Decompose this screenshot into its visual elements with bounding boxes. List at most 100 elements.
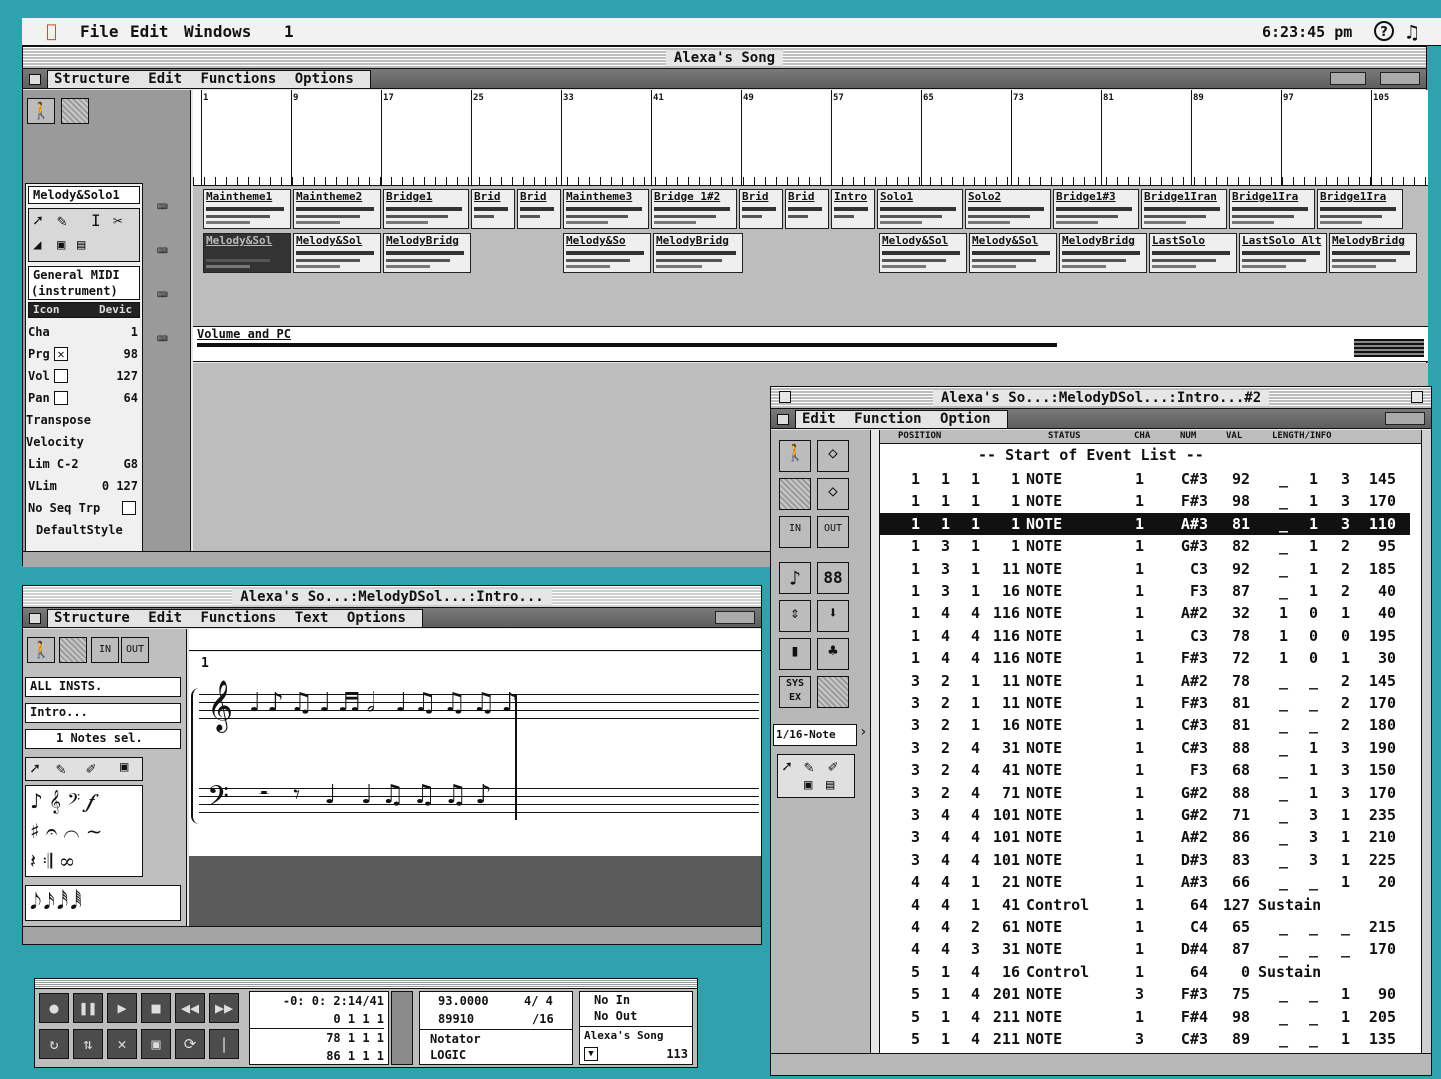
event-cell[interactable]: 3: [1290, 826, 1318, 848]
event-cell[interactable]: NOTE: [1026, 782, 1062, 804]
window-menu-icon[interactable]: [29, 613, 41, 624]
event-cell[interactable]: 1: [1100, 468, 1144, 490]
event-cell[interactable]: NOTE: [1026, 513, 1062, 535]
event-row[interactable]: 1 1 1 1 NOTE 1 F#3 98 _ 1 3 170: [880, 490, 1410, 512]
event-cell[interactable]: 225: [1350, 849, 1396, 871]
event-cell[interactable]: 4: [950, 961, 980, 983]
event-cell[interactable]: 1: [1100, 849, 1144, 871]
event-cell[interactable]: C4: [1144, 916, 1208, 938]
menu-edit[interactable]: Edit: [148, 610, 182, 626]
event-cell[interactable]: 2: [1320, 580, 1350, 602]
event-cell[interactable]: 71: [1208, 804, 1250, 826]
note-filter-icon[interactable]: ♪: [779, 562, 811, 594]
event-cell[interactable]: 1: [880, 647, 920, 669]
event-cell[interactable]: _: [1250, 1006, 1288, 1028]
instrument-box[interactable]: General MIDI (instrument): [28, 266, 140, 300]
event-cell[interactable]: 71: [980, 782, 1020, 804]
event-cell[interactable]: 98: [1208, 1006, 1250, 1028]
region-track1[interactable]: Solo1: [877, 189, 963, 229]
event-cell[interactable]: 2: [920, 782, 950, 804]
event-cell[interactable]: 64: [1144, 961, 1208, 983]
event-cell[interactable]: 4: [950, 1006, 980, 1028]
region-track1[interactable]: Bridge1#3: [1053, 189, 1139, 229]
event-cell[interactable]: 0: [1320, 625, 1350, 647]
event-cell[interactable]: 90: [1350, 983, 1396, 1005]
event-cell[interactable]: 127: [1208, 894, 1250, 916]
region-track1[interactable]: Maintheme1: [203, 189, 291, 229]
stop-button[interactable]: ■: [141, 993, 171, 1023]
menu-function[interactable]: Function: [854, 411, 921, 427]
zoom-box-icon[interactable]: [1411, 391, 1423, 403]
event-cell[interactable]: 98: [1208, 490, 1250, 512]
event-row[interactable]: 4 4 1 21 NOTE 1 A#3 66 _ _ 1 20: [880, 871, 1410, 893]
midi-in-icon[interactable]: IN: [91, 637, 119, 663]
event-cell[interactable]: 235: [1350, 804, 1396, 826]
event-cell[interactable]: 3: [880, 849, 920, 871]
event-cell[interactable]: 5: [880, 961, 920, 983]
event-cell[interactable]: 78: [1208, 625, 1250, 647]
event-cell[interactable]: 116: [980, 602, 1020, 624]
fast-forward-button[interactable]: ▶▶: [209, 993, 239, 1023]
event-cell[interactable]: 21: [980, 871, 1020, 893]
transport-title-bar[interactable]: [35, 979, 697, 989]
event-cell[interactable]: 16: [980, 714, 1020, 736]
menu-option[interactable]: Option: [940, 411, 991, 427]
event-cell[interactable]: 145: [1350, 670, 1396, 692]
event-cell[interactable]: 1: [1100, 804, 1144, 826]
event-cell[interactable]: _: [1250, 490, 1288, 512]
event-cell[interactable]: 0: [1290, 647, 1318, 669]
event-cell[interactable]: 1: [1100, 490, 1144, 512]
event-cell[interactable]: 211: [980, 1028, 1020, 1050]
event-cell[interactable]: 1: [1290, 535, 1318, 557]
event-cell[interactable]: 1: [1100, 961, 1144, 983]
event-cell[interactable]: 1: [1100, 938, 1144, 960]
region-track1[interactable]: Intro: [831, 189, 875, 229]
event-cell[interactable]: _: [1250, 1028, 1288, 1050]
walk-tool-icon[interactable]: 🚶: [27, 637, 55, 663]
replace-button[interactable]: ✕: [107, 1029, 137, 1059]
bass-clef-icon[interactable]: 𝄢: [67, 789, 80, 813]
pointer-tool-icon[interactable]: ➚: [30, 759, 40, 778]
event-cell[interactable]: 20: [1350, 871, 1396, 893]
event-cell[interactable]: 4: [880, 916, 920, 938]
dynamics-icon[interactable]: 𝆑: [87, 789, 94, 813]
event-cell[interactable]: 1: [950, 894, 980, 916]
velocity-limit-value[interactable]: 0 127: [102, 478, 138, 494]
event-cell[interactable]: 1: [1290, 737, 1318, 759]
param-row[interactable]: VLim 0 127: [26, 478, 142, 494]
event-cell[interactable]: 1: [1100, 625, 1144, 647]
event-cell[interactable]: _: [1290, 916, 1318, 938]
event-cell[interactable]: 205: [1350, 1006, 1396, 1028]
event-cell[interactable]: 1: [950, 580, 980, 602]
program-checkbox[interactable]: ✕: [54, 347, 68, 361]
event-cell[interactable]: 82: [1208, 535, 1250, 557]
region-track1[interactable]: Brid: [785, 189, 829, 229]
catch-tool-icon[interactable]: [779, 478, 811, 510]
event-cell[interactable]: 1: [1100, 759, 1144, 781]
click-button[interactable]: |: [209, 1029, 239, 1059]
event-row[interactable]: 3 2 4 41 NOTE 1 F3 68 _ 1 3 150: [880, 759, 1410, 781]
event-cell[interactable]: 1: [1290, 490, 1318, 512]
region-track2[interactable]: MelodyBridg: [1329, 233, 1417, 273]
event-cell[interactable]: 1: [1100, 580, 1144, 602]
event-cell[interactable]: 110: [1350, 513, 1396, 535]
event-cell[interactable]: 1: [1320, 602, 1350, 624]
event-cell[interactable]: NOTE: [1026, 580, 1062, 602]
event-cell[interactable]: 61: [980, 916, 1020, 938]
pitchbend-filter-icon[interactable]: ⇕: [779, 600, 811, 632]
link-icon[interactable]: [1330, 72, 1366, 85]
event-cell[interactable]: _: [1250, 938, 1288, 960]
event-cell[interactable]: 4: [880, 894, 920, 916]
region-track1[interactable]: Solo2: [965, 189, 1051, 229]
score-title-bar[interactable]: Alexa's So...:MelodyDSol...:Intro...: [23, 586, 761, 608]
event-cell[interactable]: 1: [880, 490, 920, 512]
event-cell[interactable]: 3: [880, 714, 920, 736]
event-cell[interactable]: 4: [950, 983, 980, 1005]
region-track2[interactable]: Melody&Sol: [293, 233, 381, 273]
event-cell[interactable]: _: [1250, 692, 1288, 714]
event-cell[interactable]: _: [1250, 826, 1288, 848]
event-cell[interactable]: 41: [980, 894, 1020, 916]
bar-ruler[interactable]: [193, 90, 1428, 186]
event-cell[interactable]: 16: [980, 961, 1020, 983]
event-cell[interactable]: 4: [920, 804, 950, 826]
